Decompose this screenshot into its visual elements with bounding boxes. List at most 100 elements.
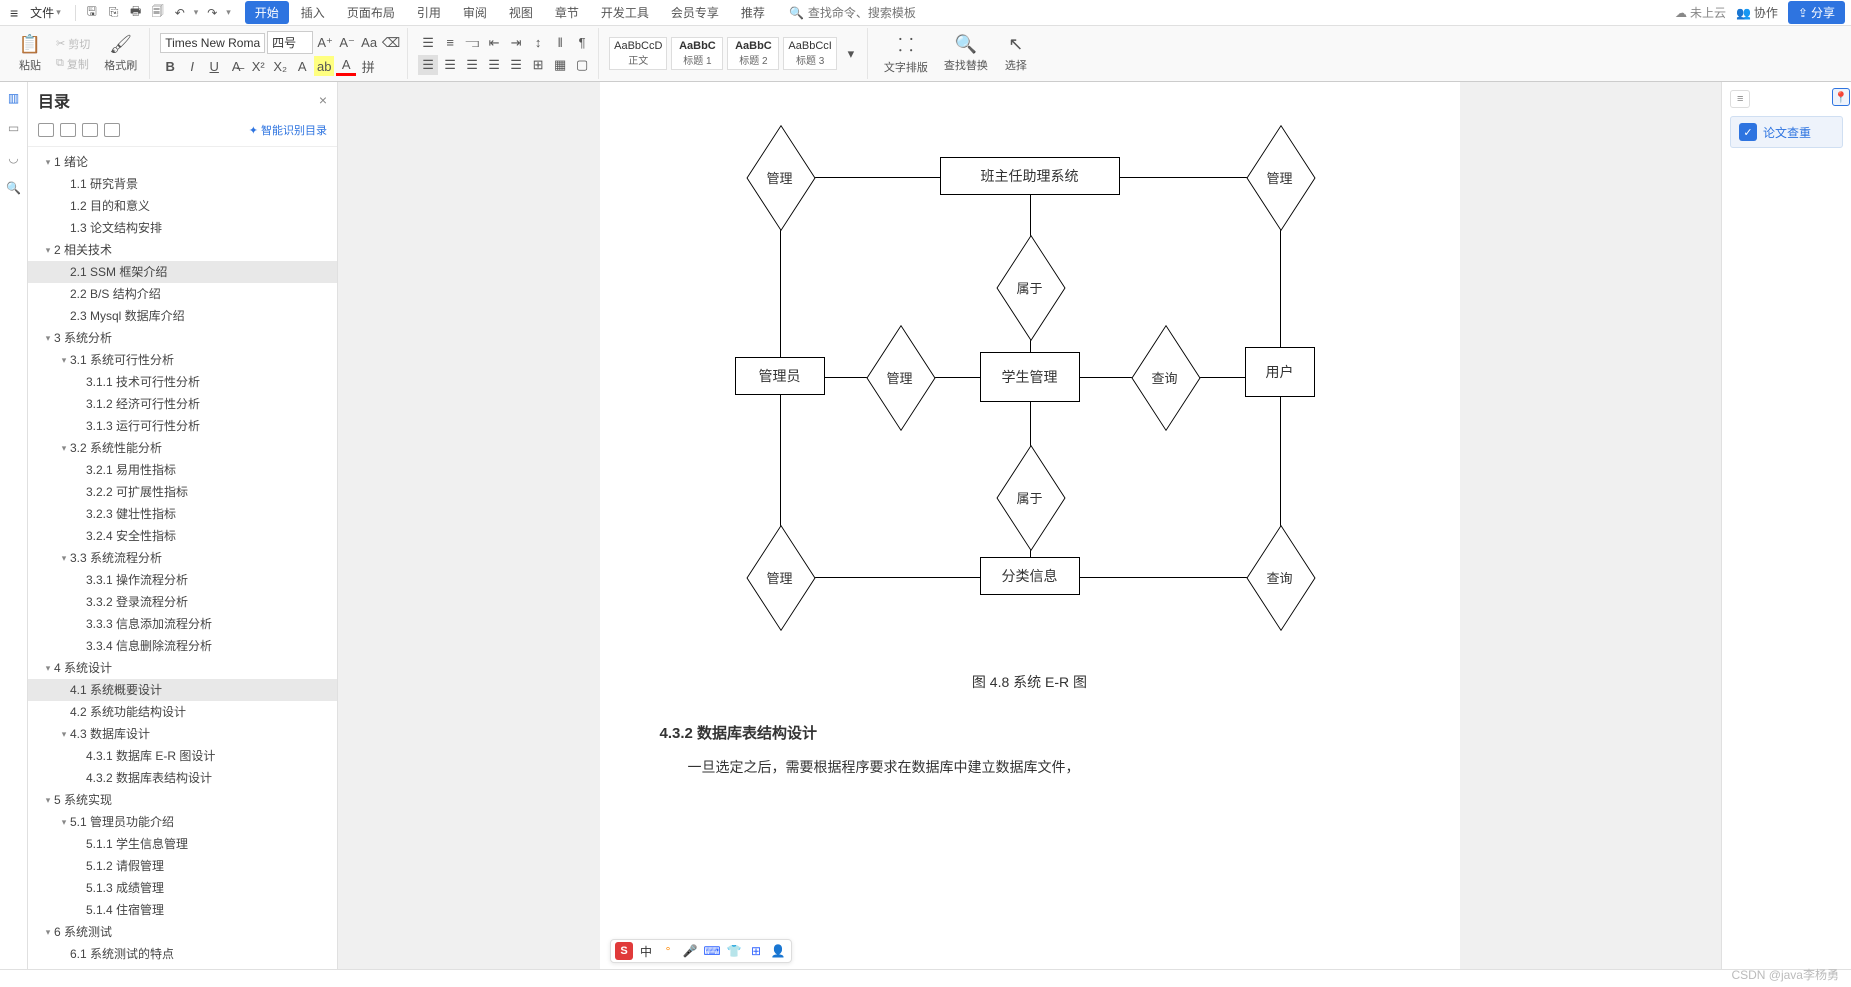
tab-view[interactable]: 视图 <box>499 1 543 24</box>
ime-toolbar[interactable]: S 中 ° 🎤 ⌨ 👕 ⊞ 👤 <box>610 939 792 963</box>
outline-level2-icon[interactable] <box>60 123 76 137</box>
tab-references[interactable]: 引用 <box>407 1 451 24</box>
tree-item[interactable]: 2.1 SSM 框架介绍 <box>28 261 337 283</box>
align-center-button[interactable]: ☰ <box>440 55 460 75</box>
tree-item[interactable]: ▾2 相关技术 <box>28 239 337 261</box>
tree-item[interactable]: 2.2 B/S 结构介绍 <box>28 283 337 305</box>
tree-caret-icon[interactable]: ▾ <box>42 241 54 259</box>
tree-item[interactable]: 4.1 系统概要设计 <box>28 679 337 701</box>
tab-chapter[interactable]: 章节 <box>545 1 589 24</box>
tab-member[interactable]: 会员专享 <box>661 1 729 24</box>
paper-check-button[interactable]: ✓ 论文查重 <box>1730 116 1843 148</box>
superscript-button[interactable]: X² <box>248 56 268 76</box>
tree-item[interactable]: 3.2.3 健壮性指标 <box>28 503 337 525</box>
tabs-button[interactable]: ⊞ <box>528 55 548 75</box>
tree-item[interactable]: 1.1 研究背景 <box>28 173 337 195</box>
highlight-button[interactable]: ab <box>314 56 334 76</box>
export-icon[interactable]: ⎘ <box>106 5 122 21</box>
tree-item[interactable]: 5.1.4 住宿管理 <box>28 899 337 921</box>
text-layout-button[interactable]: ⸬文字排版 <box>878 31 934 77</box>
chevron-down-icon[interactable]: ▾ <box>194 7 199 18</box>
select-button[interactable]: ↖选择 <box>998 32 1034 75</box>
style-heading3[interactable]: AaBbCcI标题 3 <box>783 37 836 70</box>
ime-mic-icon[interactable]: 🎤 <box>681 942 699 960</box>
tree-item[interactable]: 3.3.1 操作流程分析 <box>28 569 337 591</box>
increase-font-icon[interactable]: A⁺ <box>315 33 335 53</box>
tree-item[interactable]: 1.2 目的和意义 <box>28 195 337 217</box>
tree-caret-icon[interactable]: ▾ <box>58 725 70 743</box>
copy-button[interactable]: ⧉复制 <box>52 55 94 73</box>
strikethrough-button[interactable]: A̶ <box>226 56 246 76</box>
tree-caret-icon[interactable]: ▾ <box>58 549 70 567</box>
tree-item[interactable]: ▾3.2 系统性能分析 <box>28 437 337 459</box>
tree-item[interactable]: ▾5 系统实现 <box>28 789 337 811</box>
ime-lang[interactable]: 中 <box>637 942 655 960</box>
underline-button[interactable]: U <box>204 56 224 76</box>
text-effects-button[interactable]: A <box>292 56 312 76</box>
tree-caret-icon[interactable]: ▾ <box>42 659 54 677</box>
decrease-font-icon[interactable]: A⁻ <box>337 33 357 53</box>
pin-icon[interactable]: 📍 <box>1832 88 1850 106</box>
tree-item[interactable]: 5.1.2 请假管理 <box>28 855 337 877</box>
print-icon[interactable]: 🖶 <box>128 5 144 21</box>
file-menu[interactable]: 文件 ▾ <box>24 2 67 23</box>
collab-button[interactable]: 👥 协作 <box>1736 4 1778 21</box>
close-icon[interactable]: × <box>319 92 327 108</box>
tab-page-layout[interactable]: 页面布局 <box>337 1 405 24</box>
share-button[interactable]: ⇪ 分享 <box>1788 1 1845 24</box>
style-heading1[interactable]: AaBbC标题 1 <box>671 37 723 70</box>
ime-skin-icon[interactable]: 👕 <box>725 942 743 960</box>
tab-insert[interactable]: 插入 <box>291 1 335 24</box>
tree-caret-icon[interactable]: ▾ <box>42 153 54 171</box>
tree-item[interactable]: 3.1.2 经济可行性分析 <box>28 393 337 415</box>
tree-item[interactable]: ▾4 系统设计 <box>28 657 337 679</box>
tree-item[interactable]: 3.1.1 技术可行性分析 <box>28 371 337 393</box>
find-replace-button[interactable]: 🔍查找替换 <box>938 32 994 75</box>
outline-rail-icon[interactable]: ▥ <box>4 88 24 108</box>
save-icon[interactable]: 🖫 <box>84 5 100 21</box>
bookmark-rail-icon[interactable]: ◡ <box>4 148 24 168</box>
ime-user-icon[interactable]: 👤 <box>769 942 787 960</box>
ime-apps-icon[interactable]: ⊞ <box>747 942 765 960</box>
tree-item[interactable]: ▾5.1 管理员功能介绍 <box>28 811 337 833</box>
tab-recommend[interactable]: 推荐 <box>731 1 775 24</box>
distribute-button[interactable]: ☰ <box>506 55 526 75</box>
font-name-select[interactable]: Times New Roma <box>160 33 265 53</box>
show-marks-button[interactable]: ¶ <box>572 33 592 53</box>
search-box[interactable]: 🔍 <box>789 6 928 20</box>
outline-level3-icon[interactable] <box>82 123 98 137</box>
tree-item[interactable]: 3.1.3 运行可行性分析 <box>28 415 337 437</box>
tree-item[interactable]: ▾3.1 系统可行性分析 <box>28 349 337 371</box>
tree-item[interactable]: ▾3 系统分析 <box>28 327 337 349</box>
change-case-icon[interactable]: Aa <box>359 33 379 53</box>
paste-button[interactable]: 📋 粘贴 <box>12 32 48 75</box>
cloud-status[interactable]: ☁ 未上云 <box>1675 4 1726 21</box>
outline-level1-icon[interactable] <box>38 123 54 137</box>
search-input[interactable] <box>808 6 928 20</box>
tree-item[interactable]: 3.3.3 信息添加流程分析 <box>28 613 337 635</box>
tree-item[interactable]: 5.1.3 成绩管理 <box>28 877 337 899</box>
sort-button[interactable]: ↕ <box>528 33 548 53</box>
tree-caret-icon[interactable]: ▾ <box>42 329 54 347</box>
tree-caret-icon[interactable]: ▾ <box>42 923 54 941</box>
numbering-button[interactable]: ≡ <box>440 33 460 53</box>
subscript-button[interactable]: X₂ <box>270 56 290 76</box>
borders-button[interactable]: ▢ <box>572 55 592 75</box>
tree-item[interactable]: ▾4.3 数据库设计 <box>28 723 337 745</box>
search-rail-icon[interactable]: 🔍 <box>4 178 24 198</box>
tree-item[interactable]: 3.3.4 信息删除流程分析 <box>28 635 337 657</box>
italic-button[interactable]: I <box>182 56 202 76</box>
tree-item[interactable]: 3.2.4 安全性指标 <box>28 525 337 547</box>
shading-button[interactable]: ▦ <box>550 55 570 75</box>
hamburger-icon[interactable]: ≡ <box>6 3 22 23</box>
tree-item[interactable]: 4.3.1 数据库 E-R 图设计 <box>28 745 337 767</box>
tree-item[interactable]: 4.2 系统功能结构设计 <box>28 701 337 723</box>
outline-level4-icon[interactable] <box>104 123 120 137</box>
bold-button[interactable]: B <box>160 56 180 76</box>
tree-caret-icon[interactable]: ▾ <box>58 813 70 831</box>
tab-dev-tools[interactable]: 开发工具 <box>591 1 659 24</box>
ime-keyboard-icon[interactable]: ⌨ <box>703 942 721 960</box>
tree-item[interactable]: 3.3.2 登录流程分析 <box>28 591 337 613</box>
decrease-indent-button[interactable]: ⇤ <box>484 33 504 53</box>
bullets-button[interactable]: ☰ <box>418 33 438 53</box>
